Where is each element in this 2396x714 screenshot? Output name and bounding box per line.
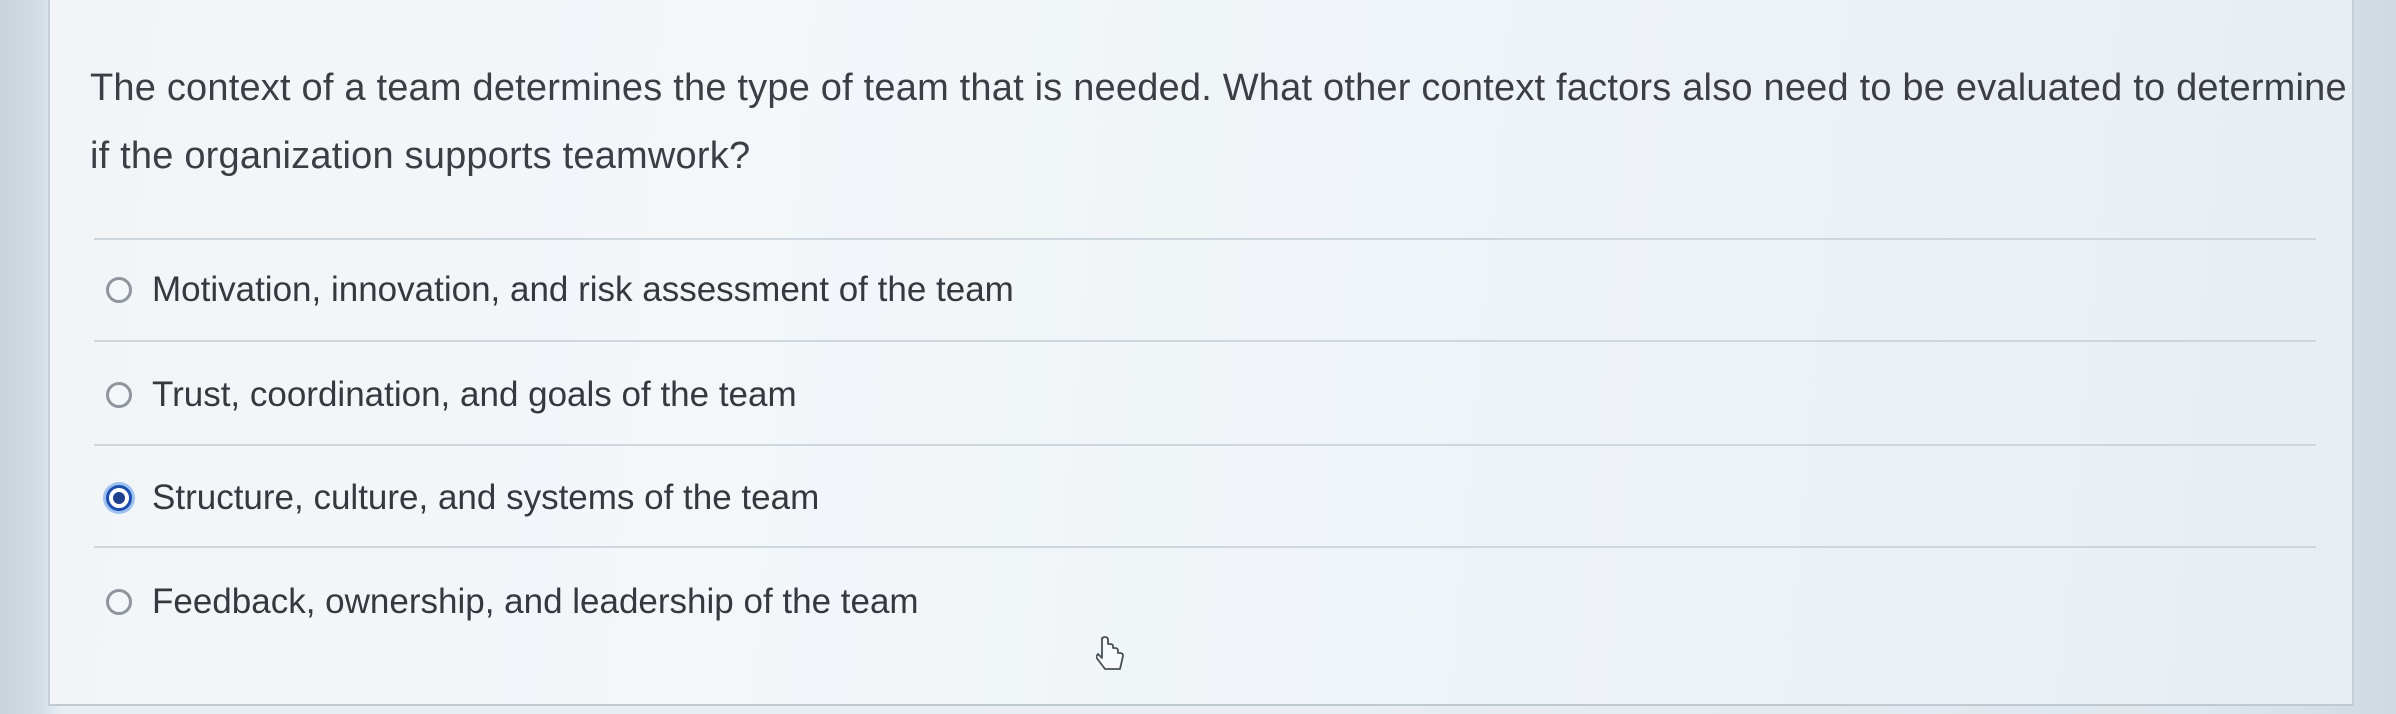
divider <box>94 238 2316 240</box>
radio-button-unselected[interactable] <box>106 277 132 303</box>
mouse-pointer-icon <box>1096 636 1124 670</box>
answer-option-2[interactable]: Trust, coordination, and goals of the te… <box>106 365 797 425</box>
question-card: The context of a team determines the typ… <box>48 0 2354 706</box>
radio-button-unselected[interactable] <box>106 589 132 615</box>
divider <box>94 340 2316 342</box>
divider <box>94 546 2316 548</box>
answer-option-label[interactable]: Structure, culture, and systems of the t… <box>152 478 819 518</box>
answer-option-label[interactable]: Feedback, ownership, and leadership of t… <box>152 582 919 622</box>
answer-option-label[interactable]: Trust, coordination, and goals of the te… <box>152 375 797 415</box>
answer-option-1[interactable]: Motivation, innovation, and risk assessm… <box>106 260 1014 320</box>
answer-option-label[interactable]: Motivation, innovation, and risk assessm… <box>152 270 1014 310</box>
answer-option-3[interactable]: Structure, culture, and systems of the t… <box>106 468 819 528</box>
answer-option-4[interactable]: Feedback, ownership, and leadership of t… <box>106 572 919 632</box>
radio-button-selected[interactable] <box>106 485 132 511</box>
radio-button-unselected[interactable] <box>106 382 132 408</box>
divider <box>94 444 2316 446</box>
question-text: The context of a team determines the typ… <box>90 67 2347 177</box>
